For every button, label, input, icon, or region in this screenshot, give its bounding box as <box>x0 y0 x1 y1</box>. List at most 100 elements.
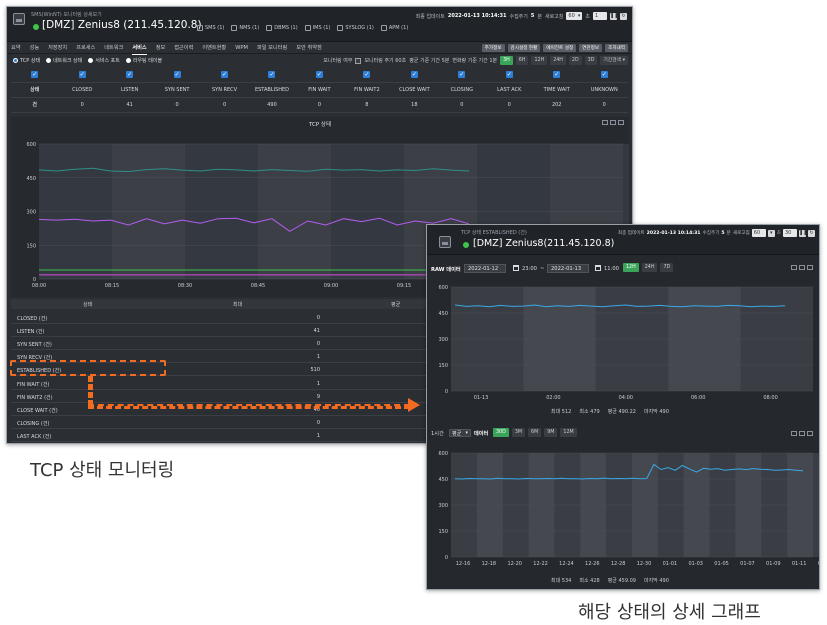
x-tick-label: 12-24 <box>559 561 574 567</box>
period-search-button[interactable]: 기간검색 ▾ <box>600 56 628 65</box>
state-checkbox[interactable]: ✓ <box>268 70 276 78</box>
link-apm[interactable]: APM (1) <box>380 25 408 31</box>
state-checkbox[interactable]: ✓ <box>553 70 561 78</box>
state-checkbox-cell: ✓ <box>153 67 201 83</box>
agg-12m-button[interactable]: 12M <box>560 428 577 437</box>
radio-network-state[interactable]: 네트워크 상태 <box>46 57 82 64</box>
raw-range-buttons: 12H 24H 7D <box>623 263 674 272</box>
state-checkbox[interactable]: ✓ <box>78 70 86 78</box>
calendar-icon[interactable] <box>513 265 519 271</box>
x-tick-label: 01-01 <box>663 561 678 567</box>
refresh-unit: 초 <box>776 231 781 236</box>
radio-tcp-state[interactable]: TCP 상태 <box>13 57 40 64</box>
state-checkbox[interactable]: ✓ <box>221 70 229 78</box>
state-checkbox[interactable]: ✓ <box>410 70 418 78</box>
state-checkbox[interactable]: ✓ <box>458 70 466 78</box>
date-to-input[interactable]: 2022-01-13 <box>547 264 589 273</box>
radio-service-port[interactable]: 서비스 포트 <box>88 57 120 64</box>
x-tick-label: 08:15 <box>105 283 119 289</box>
link-sms[interactable]: SMS (1) <box>197 25 224 31</box>
raw-7d-button[interactable]: 7D <box>660 263 674 272</box>
state-checkbox-cell: ✓ <box>580 67 628 83</box>
link-syslog[interactable]: SYSLOG (1) <box>337 25 374 31</box>
state-checkbox[interactable]: ✓ <box>600 70 608 78</box>
interval-input[interactable]: 30 <box>783 229 797 237</box>
refresh-select[interactable]: 60 ▾ <box>566 12 583 20</box>
x-tick-label: 08:00 <box>32 283 46 289</box>
agg-3m-button[interactable]: 3M <box>511 428 526 437</box>
range-6h-button[interactable]: 6H <box>515 56 529 65</box>
range-24h-button[interactable]: 24H <box>550 56 566 65</box>
collect-label: 수집주기 <box>509 13 528 20</box>
time-to[interactable]: 11:00 <box>604 266 619 272</box>
pause-button[interactable]: ❚❚ <box>610 12 618 20</box>
state-name: SYN SENT <box>153 82 201 98</box>
row-max-value: 0 <box>316 341 320 348</box>
state-checkbox-cell: ✓ <box>343 67 391 83</box>
x-tick-label: 12-26 <box>585 561 600 567</box>
collect-label: 수집주기 <box>702 231 720 236</box>
last-update-value: 2022-01-13 10:14:31 <box>447 13 507 19</box>
state-name: LAST ACK <box>485 82 533 98</box>
pause-button[interactable]: ❚❚ <box>799 229 807 237</box>
x-tick-label: 06:00 <box>691 395 705 401</box>
arrow-head-icon <box>408 398 420 412</box>
aggregate-data-chart: 0 150 300 450 600 12-16 12-18 12-20 12-22 12-24 12… <box>438 451 819 567</box>
agg-function-select[interactable]: 평균 ▾ <box>449 429 471 437</box>
monitor-checkbox[interactable] <box>355 57 362 64</box>
agent-setting-button[interactable]: 에이전트 설정 <box>543 44 577 52</box>
related-info-button[interactable]: 연관정보 <box>579 44 603 52</box>
link-dbms[interactable]: DBMS (1) <box>266 25 298 31</box>
extra-info-button[interactable]: 추가정보 <box>481 44 505 52</box>
table-view-icon[interactable] <box>791 265 797 270</box>
agg-30d-button[interactable]: 30D <box>493 428 509 437</box>
agg-9m-button[interactable]: 9M <box>544 428 558 437</box>
state-checkbox-cell: ✓ <box>105 67 154 83</box>
last-update-label: 최종 업데이트 <box>415 13 445 20</box>
nms-icon <box>231 25 238 31</box>
range-12h-button[interactable]: 12H <box>531 56 548 65</box>
chevron-down-icon[interactable]: ▾ <box>767 229 775 237</box>
link-ims[interactable]: IMS (1) <box>304 25 330 31</box>
print-icon[interactable] <box>807 265 813 270</box>
date-from-input[interactable]: 2022-01-12 <box>464 264 506 273</box>
time-from[interactable]: 23:00 <box>522 266 537 272</box>
export-icon[interactable] <box>799 265 805 270</box>
state-checkbox[interactable]: ✓ <box>126 70 134 78</box>
export-icon[interactable] <box>799 431 805 436</box>
refresh-button[interactable]: ↻ <box>620 12 627 20</box>
print-icon[interactable] <box>807 431 813 436</box>
raw-stats: 최대 512 최소 479 평균 490.22 마지막 490 <box>551 408 669 415</box>
watch-setting-button[interactable]: 감시설정 현황 <box>507 44 541 52</box>
row-max-value: 1 <box>316 380 320 387</box>
table-view-icon[interactable] <box>791 431 797 436</box>
state-checkbox-cell: ✓ <box>532 67 581 83</box>
radio-routing-table[interactable]: 라우팅 테이블 <box>125 57 162 64</box>
row-state-name: CLOSED (건) <box>17 316 48 322</box>
link-nms[interactable]: NMS (1) <box>231 25 259 31</box>
state-checkbox[interactable]: ✓ <box>363 70 371 78</box>
interval-input[interactable]: 1 <box>593 12 607 20</box>
state-checkbox[interactable]: ✓ <box>505 70 513 78</box>
agg-avg: 평균 459.09 <box>607 578 636 584</box>
refresh-select[interactable]: 60 <box>751 229 766 237</box>
calendar-icon[interactable] <box>595 265 601 271</box>
agg-6m-button[interactable]: 6M <box>528 428 542 437</box>
x-tick-label: 12-22 <box>533 561 548 567</box>
select-all-checkbox[interactable]: ✓ <box>31 70 39 78</box>
action-history-button[interactable]: 조치내역 <box>605 44 628 52</box>
raw-12h-button[interactable]: 12H <box>623 263 639 272</box>
range-2d-button[interactable]: 2D <box>568 56 582 65</box>
agg-stats: 최대 534 최소 428 평균 459.09 마지막 490 <box>551 577 669 584</box>
state-checkbox[interactable]: ✓ <box>173 70 181 78</box>
detail-graph-window: TCP 상태 ESTABLISHED (건) [DMZ] Zenius8(211… <box>426 224 820 590</box>
raw-24h-button[interactable]: 24H <box>641 263 658 272</box>
state-checkbox[interactable]: ✓ <box>315 70 323 78</box>
refresh-button[interactable]: ↻ <box>808 229 815 237</box>
range-3d-button[interactable]: 3D <box>584 56 598 65</box>
state-name: CLOSE WAIT <box>390 82 439 98</box>
y-tick-label: 450 <box>26 176 36 182</box>
status-online-icon <box>463 242 469 248</box>
range-3h-button[interactable]: 3H <box>500 56 513 65</box>
x-tick-label: 08:30 <box>178 283 192 289</box>
